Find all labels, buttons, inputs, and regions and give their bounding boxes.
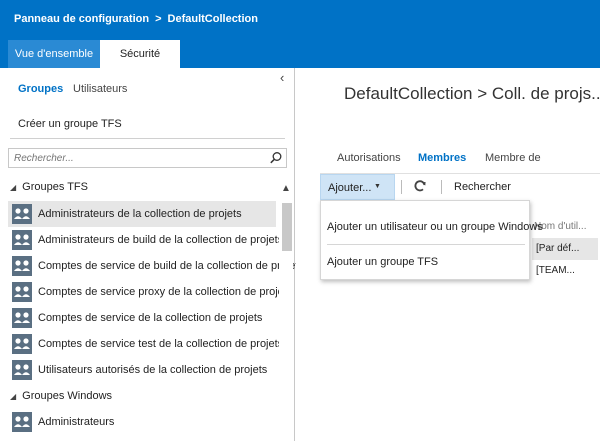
group-row[interactable]: Comptes de service test de la collection…	[8, 331, 283, 357]
group-row[interactable]: Administrateurs de build de la collectio…	[8, 227, 283, 253]
search-icon[interactable]	[269, 151, 283, 165]
tab-overview[interactable]: Vue d'ensemble	[8, 40, 100, 68]
group-row[interactable]: Comptes de service de la collection de p…	[8, 305, 276, 331]
group-search-input[interactable]	[9, 149, 264, 167]
subnav-users[interactable]: Utilisateurs	[73, 83, 127, 95]
details-title: DefaultCollection > Coll. de projs...	[344, 84, 600, 103]
tab-members[interactable]: Membres	[418, 152, 466, 164]
toolbar-separator	[441, 180, 442, 194]
group-row-label: Utilisateurs autorisés de la collection …	[38, 364, 268, 376]
section-tfs-groups-label: Groupes TFS	[22, 181, 88, 193]
group-row-label: Administrateurs de build de la collectio…	[38, 234, 284, 246]
section-tfs-groups[interactable]: ◢ Groupes TFS	[10, 181, 88, 193]
breadcrumb: Panneau de configuration > DefaultCollecti…	[14, 13, 258, 25]
divider	[10, 138, 285, 139]
table-row[interactable]: [TEAM...	[532, 260, 598, 282]
scroll-up-arrow-icon[interactable]: ▲	[279, 181, 293, 197]
section-windows-groups[interactable]: ◢ Groupes Windows	[10, 390, 112, 402]
breadcrumb-separator: >	[155, 13, 162, 25]
group-row-label: Administrateurs	[38, 416, 115, 428]
top-bar: Panneau de configuration > DefaultCollecti…	[0, 0, 600, 40]
groups-scrollbar[interactable]: ▲	[279, 181, 293, 441]
refresh-icon[interactable]	[413, 179, 427, 193]
group-icon	[12, 204, 32, 224]
section-windows-groups-label: Groupes Windows	[22, 390, 113, 402]
menu-item-add-tfs-group[interactable]: Ajouter un groupe TFS	[327, 256, 438, 268]
menu-item-add-windows-user-or-group[interactable]: Ajouter un utilisateur ou un groupe Wind…	[327, 221, 543, 233]
chevron-down-icon: ▼	[374, 183, 381, 190]
menu-divider	[327, 244, 525, 245]
group-icon	[12, 334, 32, 354]
group-row-label: Comptes de service test de la collection…	[38, 338, 284, 350]
subnav-groups[interactable]: Groupes	[18, 83, 63, 95]
group-row[interactable]: Comptes de service proxy de la collectio…	[8, 279, 292, 305]
group-icon	[12, 256, 32, 276]
tab-authorizations[interactable]: Autorisations	[337, 152, 401, 164]
search-members-button[interactable]: Rechercher	[454, 181, 511, 193]
group-row[interactable]: Comptes de service de build de la collec…	[8, 253, 304, 279]
group-icon	[12, 412, 32, 432]
group-icon	[12, 282, 32, 302]
group-row-label: Comptes de service proxy de la collectio…	[38, 286, 293, 298]
group-row-label: Administrateurs de la collection de proj…	[38, 208, 242, 220]
group-row-label: Comptes de service de la collection de p…	[38, 312, 263, 324]
collapse-pane-icon[interactable]: ‹	[280, 70, 284, 85]
group-icon	[12, 360, 32, 380]
group-row[interactable]: Utilisateurs autorisés de la collection …	[8, 357, 276, 383]
tab-member-of[interactable]: Membre de	[485, 152, 541, 164]
breadcrumb-root[interactable]: Panneau de configuration	[14, 13, 149, 25]
add-button[interactable]: Ajouter... ▼	[320, 174, 395, 200]
group-row-label: Comptes de service de build de la collec…	[38, 260, 304, 272]
group-icon	[12, 308, 32, 328]
table-row[interactable]: [Par déf...	[532, 238, 598, 260]
scroll-thumb[interactable]	[282, 203, 292, 251]
groups-pane: Groupes Utilisateurs ‹ Créer un groupe T…	[0, 68, 304, 441]
breadcrumb-current[interactable]: DefaultCollection	[168, 13, 258, 25]
group-row[interactable]: Administrateurs	[8, 409, 276, 435]
group-icon	[12, 230, 32, 250]
toolbar-separator	[401, 180, 402, 194]
group-search-box	[8, 148, 287, 168]
tab-security[interactable]: Sécurité	[100, 40, 180, 68]
expand-triangle-icon: ◢	[10, 183, 17, 192]
expand-triangle-icon: ◢	[10, 392, 17, 401]
group-row[interactable]: Administrateurs de la collection de proj…	[8, 201, 276, 227]
add-button-label: Ajouter...	[328, 182, 372, 194]
create-tfs-group-link[interactable]: Créer un groupe TFS	[18, 118, 122, 130]
add-dropdown-menu: Ajouter un utilisateur ou un groupe Wind…	[320, 200, 543, 280]
tab-bar: Vue d'ensemble Sécurité	[0, 40, 600, 68]
